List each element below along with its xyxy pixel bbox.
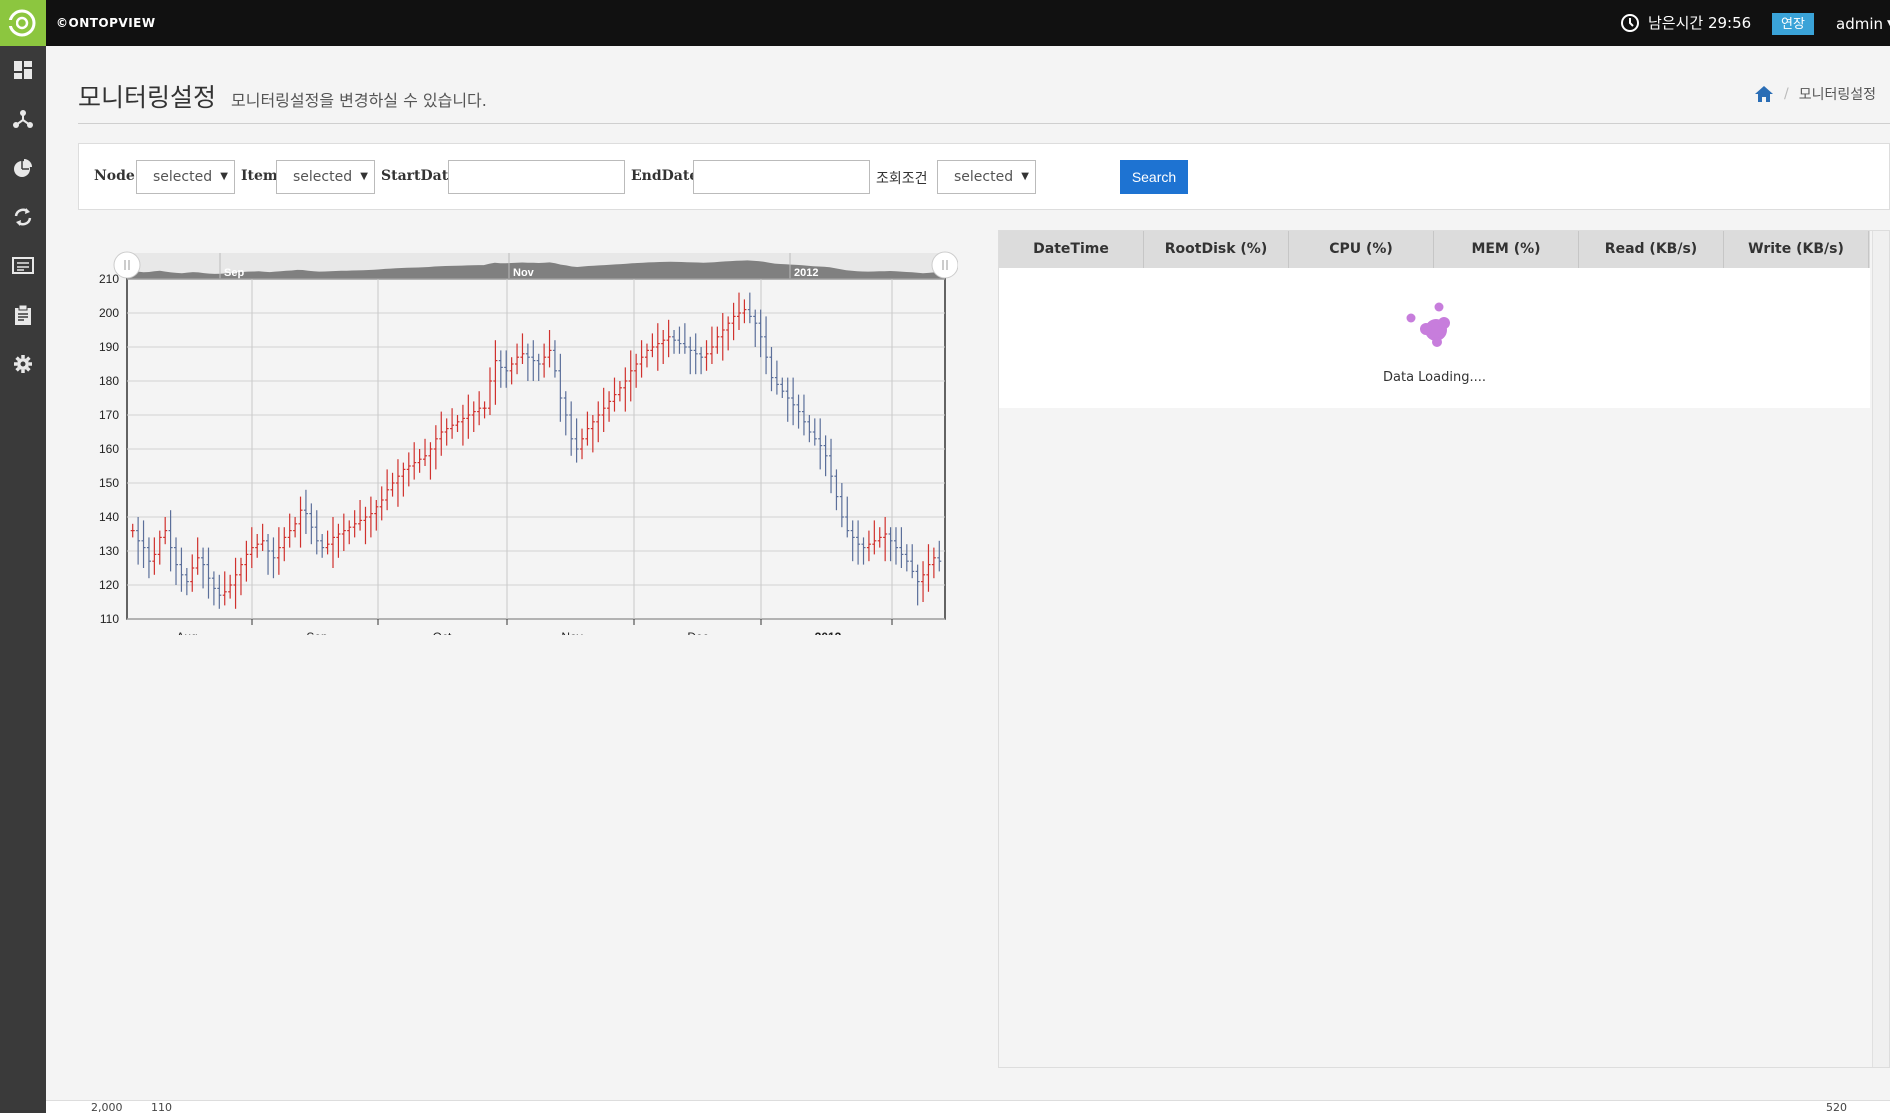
sidebar [0,46,46,1113]
sidebar-item-monitoring[interactable] [12,255,34,277]
navigator-label: Nov [513,267,535,279]
condition-select[interactable]: selected ▼ [937,160,1036,194]
y-tick-label: 170 [99,408,119,422]
y-tick-label: 160 [99,442,119,456]
y-tick-label: 120 [99,578,119,592]
bottom-value-right: 520 [1826,1101,1847,1113]
x-tick-label: Oct [433,630,452,635]
dashboard-icon [14,61,32,79]
navigator-label: 2012 [794,267,818,279]
top-bar: ©ONTOPVIEW 남은시간 29:56 연장 admin ▼ [0,0,1890,46]
home-icon[interactable] [1754,85,1774,103]
sidebar-item-sync[interactable] [12,206,34,228]
x-tick-label: Sep [306,630,328,635]
page-subtitle: 모니터링설정을 변경하실 수 있습니다. [231,91,487,110]
next-chart-peek: 2,000 110 520 [46,1100,1890,1113]
condition-select-value: selected [954,169,1014,185]
table-scrollbar[interactable] [1872,231,1889,1067]
page-title: 모니터링설정 [78,83,217,112]
clipboard-icon [15,305,31,325]
y-tick-label: 210 [99,272,119,286]
start-date-label: StartDate [381,168,458,184]
condition-label: 조회조건 [876,171,928,187]
network-icon [13,110,33,128]
extend-session-button[interactable]: 연장 [1772,13,1814,35]
column-header-mem[interactable]: MEM (%) [1434,231,1579,268]
sidebar-item-network[interactable] [12,108,34,130]
sidebar-item-dashboard[interactable] [12,59,34,81]
y-tick-label: 110 [100,612,119,626]
loading-spinner-icon [1406,302,1450,347]
loading-indicator: Data Loading.... [999,268,1870,408]
node-label: Node [94,168,135,184]
column-header-write[interactable]: Write (KB/s) [1724,231,1869,268]
sidebar-item-statistics[interactable] [12,157,34,179]
y-tick-label: 130 [99,544,119,558]
data-table-panel: DateTime RootDisk (%) CPU (%) MEM (%) Re… [998,230,1890,1068]
caret-down-icon: ▼ [360,171,368,182]
x-tick-label: 2012 [815,630,842,635]
breadcrumb-current: 모니터링설정 [1798,87,1876,103]
caret-down-icon: ▼ [1021,171,1029,182]
chart-grid [126,278,946,620]
monitor-list-icon [12,257,34,274]
navigator-handle [931,251,958,279]
column-header-rootdisk[interactable]: RootDisk (%) [1144,231,1289,268]
x-tick-label: Aug [176,630,197,635]
user-name: admin [1836,15,1883,33]
refresh-icon [14,208,32,226]
item-select-value: selected [293,169,353,185]
x-tick-label: Nov [561,630,582,635]
brand-name: ©ONTOPVIEW [56,16,156,30]
pie-chart-icon [14,159,32,177]
node-select[interactable]: selected ▼ [136,160,235,194]
navigator-label: Sep [224,267,244,279]
breadcrumb-separator: / [1784,86,1789,102]
bottom-value-left: 2,000 [91,1101,123,1113]
item-select[interactable]: selected ▼ [276,160,375,194]
copyright-icon: © [56,16,69,30]
end-date-label: EndDate [631,168,699,184]
y-tick-label: 200 [99,306,119,320]
item-label: Item [241,168,278,184]
session-timer: 남은시간 29:56 [1620,12,1751,33]
app-logo[interactable] [0,0,46,46]
column-header-datetime[interactable]: DateTime [999,231,1144,268]
column-header-read[interactable]: Read (KB/s) [1579,231,1724,268]
node-select-value: selected [153,169,213,185]
sidebar-item-settings[interactable] [12,353,34,375]
start-date-input[interactable] [448,160,625,194]
candlestick-chart[interactable]: Sep Nov 2012 110 120 130 140 150 160 170 180 190 20… [78,245,958,635]
user-menu[interactable]: admin ▼ [1836,15,1890,33]
y-tick-label: 190 [99,340,119,354]
sidebar-item-reports[interactable] [12,304,34,326]
timer-text: 남은시간 29:56 [1648,14,1752,32]
caret-down-icon: ▼ [220,171,228,182]
gear-icon [14,355,32,373]
column-header-cpu[interactable]: CPU (%) [1289,231,1434,268]
y-tick-label: 180 [99,374,119,388]
search-button[interactable]: Search [1120,160,1188,194]
breadcrumb: / 모니터링설정 [1754,84,1876,104]
bottom-value-left: 110 [151,1101,172,1113]
logo-icon [6,9,36,37]
clock-icon [1621,13,1639,32]
end-date-input[interactable] [693,160,870,194]
loading-text: Data Loading.... [1383,370,1486,385]
chart-navigator[interactable]: Sep Nov 2012 [113,251,958,279]
chart-canvas: Sep Nov 2012 110 120 130 140 150 160 170 180 190 20… [99,251,958,635]
x-tick-label: Dec [687,630,708,635]
y-tick-label: 150 [99,476,119,490]
table-header: DateTime RootDisk (%) CPU (%) MEM (%) Re… [999,231,1870,268]
filter-bar: Node selected ▼ Item selected ▼ StartDat… [78,143,1890,210]
y-tick-label: 140 [99,510,119,524]
title-divider [78,123,1890,124]
